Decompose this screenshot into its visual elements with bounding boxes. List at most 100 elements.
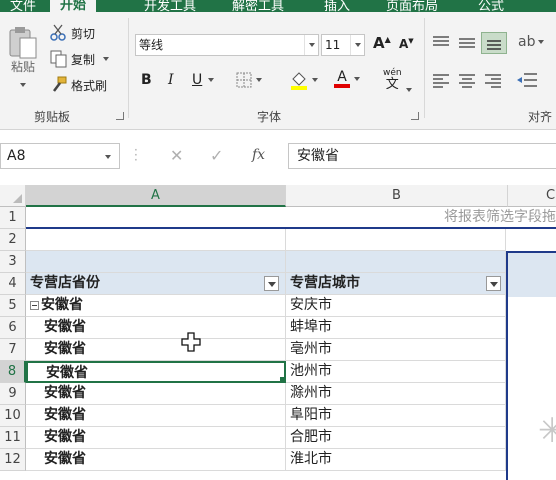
clipboard-launcher-icon[interactable] xyxy=(116,112,124,120)
pivot-row-province-value: 安徽省 xyxy=(44,451,86,467)
font-size-combo[interactable]: 11 xyxy=(321,34,365,56)
pivot-row-province[interactable]: 安徽省 xyxy=(26,295,286,317)
underline-button[interactable]: U xyxy=(192,72,215,88)
phonetic-button[interactable]: wén 文 xyxy=(383,68,402,92)
font-launcher-icon[interactable] xyxy=(411,112,419,120)
border-dropdown-icon[interactable] xyxy=(256,78,262,82)
tab-home[interactable]: 开始 xyxy=(50,0,97,12)
pivot-row-city[interactable]: 滁州市 xyxy=(286,383,506,405)
row-header[interactable]: 6 xyxy=(0,317,26,339)
worksheet-grid[interactable]: A B C 1 2 3 4 5 6 7 8 9 10 11 12 将报表筛选字段拖 专营店省份 专营店城市… xyxy=(0,185,556,480)
cut-button[interactable]: 剪切 xyxy=(50,24,95,42)
phonetic-dropdown-icon[interactable] xyxy=(406,88,412,92)
decrease-indent-button[interactable] xyxy=(516,72,538,88)
italic-button[interactable]: I xyxy=(168,72,174,88)
fill-color-button[interactable] xyxy=(290,70,318,90)
pivot-row-city[interactable]: 合肥市 xyxy=(286,427,506,449)
cancel-entry-icon[interactable]: ✕ xyxy=(170,146,183,165)
tab-file[interactable]: 文件 xyxy=(10,0,36,12)
row-header[interactable]: 11 xyxy=(0,427,26,449)
fill-color-dropdown-icon[interactable] xyxy=(312,78,318,82)
row-header[interactable]: 2 xyxy=(0,229,26,251)
align-left-icon xyxy=(433,74,449,88)
pivot-row-province[interactable]: 安徽省 xyxy=(26,317,286,339)
align-top-button[interactable] xyxy=(432,36,450,50)
bold-button[interactable]: B xyxy=(141,72,152,88)
cell-a2[interactable] xyxy=(26,229,286,251)
pivot-filter-hint[interactable]: 将报表筛选字段拖 xyxy=(26,207,556,229)
pivot-row-city[interactable]: 阜阳市 xyxy=(286,405,506,427)
row-header[interactable]: 8 xyxy=(0,361,26,383)
pivot-row-city-value: 池州市 xyxy=(290,363,332,379)
collapse-icon[interactable] xyxy=(30,300,39,310)
format-painter-button[interactable]: 格式刷 xyxy=(50,76,107,94)
select-all-corner[interactable] xyxy=(0,185,26,207)
pivot-row-city[interactable]: 池州市 xyxy=(286,361,506,383)
cell-a3[interactable] xyxy=(26,251,286,273)
font-color-dropdown-icon[interactable] xyxy=(354,77,360,81)
name-box[interactable]: A8 xyxy=(0,143,120,169)
row-header[interactable]: 10 xyxy=(0,405,26,427)
align-middle-button[interactable] xyxy=(458,36,476,50)
copy-label: 复制 xyxy=(71,52,96,67)
grow-font-button[interactable]: A ▲ xyxy=(373,34,391,52)
copy-button[interactable]: 复制 xyxy=(50,50,110,68)
confirm-entry-icon[interactable]: ✓ xyxy=(210,146,223,165)
pivot-row-province[interactable]: 安徽省 xyxy=(26,361,286,383)
pivot-header-province[interactable]: 专营店省份 xyxy=(26,273,286,295)
align-left-button[interactable] xyxy=(432,74,450,88)
tab-formulas[interactable]: 公式 xyxy=(478,0,504,12)
cell-b3[interactable] xyxy=(286,251,506,273)
pivot-row-province[interactable]: 安徽省 xyxy=(26,405,286,427)
pivot-row-city[interactable]: 蚌埠市 xyxy=(286,317,506,339)
fill-handle[interactable] xyxy=(280,377,284,381)
row-header[interactable]: 1 xyxy=(0,207,26,229)
font-color-button[interactable]: A xyxy=(334,70,360,88)
column-header-b[interactable]: B xyxy=(286,185,508,207)
align-right-button[interactable] xyxy=(484,74,502,88)
row-header[interactable]: 4 xyxy=(0,273,26,295)
filter-dropdown-button[interactable] xyxy=(486,276,501,291)
row-header[interactable]: 7 xyxy=(0,339,26,361)
shrink-font-button[interactable]: A ▼ xyxy=(399,37,414,52)
pivot-placeholder-area: ✳ xyxy=(506,251,556,480)
orientation-dropdown-icon[interactable] xyxy=(538,40,545,44)
insert-function-button[interactable]: fx xyxy=(252,147,265,163)
cell-b2[interactable] xyxy=(286,229,506,251)
align-center-button[interactable] xyxy=(458,74,476,88)
column-header-a[interactable]: A xyxy=(26,185,286,207)
underline-dropdown-icon[interactable] xyxy=(208,78,215,82)
font-name-dropdown[interactable] xyxy=(304,35,318,55)
orientation-button[interactable]: ab xyxy=(518,34,545,50)
pivot-row-province[interactable]: 安徽省 xyxy=(26,339,286,361)
row-header[interactable]: 12 xyxy=(0,449,26,471)
pivot-row-province[interactable]: 安徽省 xyxy=(26,427,286,449)
pivot-row-province[interactable]: 安徽省 xyxy=(26,449,286,471)
orientation-icon: ab xyxy=(518,34,536,50)
filter-dropdown-button[interactable] xyxy=(264,276,279,291)
tab-insert[interactable]: 插入 xyxy=(324,0,350,12)
row-header[interactable]: 3 xyxy=(0,251,26,273)
pivot-header-city[interactable]: 专营店城市 xyxy=(286,273,506,295)
pivot-row-city[interactable]: 淮北市 xyxy=(286,449,506,471)
row-header[interactable]: 9 xyxy=(0,383,26,405)
copy-dropdown-icon[interactable] xyxy=(103,57,110,61)
pivot-row-province[interactable]: 安徽省 xyxy=(26,383,286,405)
column-header-c[interactable]: C xyxy=(508,185,556,207)
border-button[interactable] xyxy=(236,72,262,88)
tab-page-layout[interactable]: 页面布局 xyxy=(386,0,438,12)
align-bottom-button[interactable] xyxy=(481,32,507,54)
row-header[interactable]: 5 xyxy=(0,295,26,317)
pivot-row-city[interactable]: 亳州市 xyxy=(286,339,506,361)
name-box-dropdown-icon[interactable] xyxy=(105,155,111,159)
font-name-combo[interactable]: 等线 xyxy=(135,34,319,56)
font-size-dropdown[interactable] xyxy=(350,35,364,55)
cut-label: 剪切 xyxy=(71,26,96,41)
pivot-row-city[interactable]: 安庆市 xyxy=(286,295,506,317)
formula-input[interactable]: 安徽省 xyxy=(288,143,556,169)
paste-dropdown-icon[interactable] xyxy=(20,83,26,87)
tab-decrypt[interactable]: 解密工具 xyxy=(232,0,284,12)
align-top-icon xyxy=(433,36,449,46)
tab-developer[interactable]: 开发工具 xyxy=(144,0,196,12)
paste-button[interactable]: 粘贴 xyxy=(6,26,40,87)
